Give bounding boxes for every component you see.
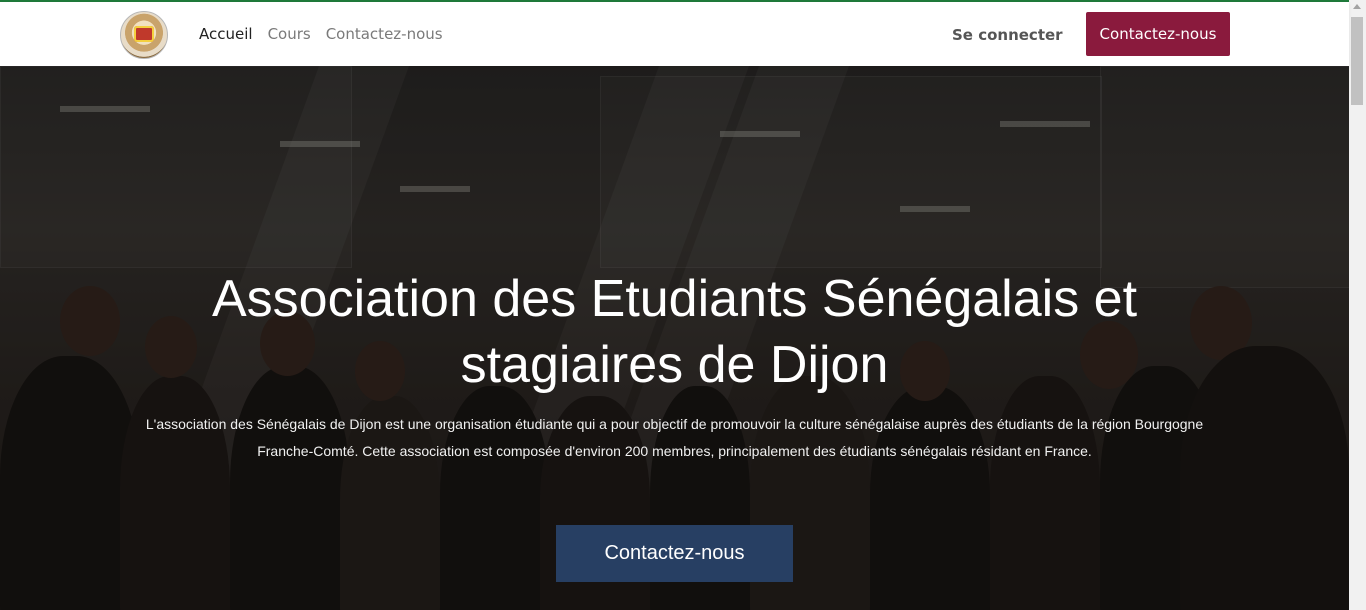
nav-links: Accueil Cours Contactez-nous [199, 25, 443, 43]
association-logo[interactable] [120, 11, 168, 59]
logo-emblem [134, 26, 154, 42]
nav-link-contact[interactable]: Contactez-nous [326, 25, 443, 43]
navbar: Accueil Cours Contactez-nous Se connecte… [0, 2, 1349, 66]
page-scrollbar[interactable] [1349, 0, 1366, 610]
hero-contact-button[interactable]: Contactez-nous [556, 525, 793, 582]
nav-contact-button[interactable]: Contactez-nous [1086, 12, 1230, 56]
login-link[interactable]: Se connecter [952, 26, 1063, 44]
nav-link-cours[interactable]: Cours [268, 25, 311, 43]
scroll-thumb[interactable] [1351, 17, 1363, 105]
hero-title: Association des Etudiants Sénégalais et … [211, 270, 1138, 394]
hero-description: L'association des Sénégalais de Dijon es… [145, 416, 1204, 459]
hero-section: Association des Etudiants Sénégalais et … [0, 66, 1349, 610]
scroll-up-icon[interactable] [1353, 4, 1361, 9]
nav-link-accueil[interactable]: Accueil [199, 25, 253, 43]
